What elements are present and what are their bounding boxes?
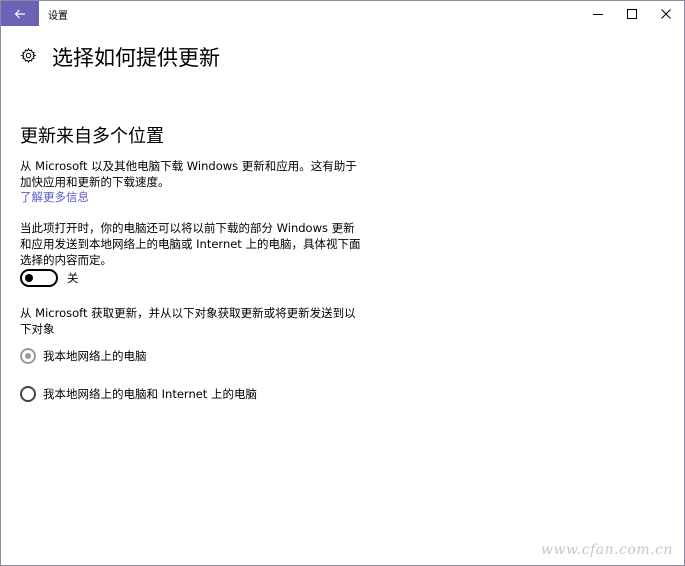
- radio-option-local-and-internet[interactable]: 我本地网络上的电脑和 Internet 上的电脑: [20, 385, 257, 403]
- minimize-icon: [593, 13, 603, 15]
- delivery-toggle-switch[interactable]: [20, 269, 58, 287]
- source-description-line: 从 Microsoft 获取更新，并从以下对象获取更新或将更新发送到以: [20, 306, 356, 320]
- toggle-description-line: 和应用发送到本地网络上的电脑或 Internet 上的电脑，具体视下面: [20, 237, 361, 251]
- settings-window: 设置 选择如何提供更新 更新来自多个位置 从 Microsoft 以及其他电脑下…: [0, 0, 685, 566]
- learn-more-link[interactable]: 了解更多信息: [20, 189, 89, 205]
- source-description-line: 下对象: [20, 322, 55, 336]
- toggle-description: 当此项打开时，你的电脑还可以将以前下载的部分 Windows 更新 和应用发送到…: [20, 220, 370, 268]
- source-description: 从 Microsoft 获取更新，并从以下对象获取更新或将更新发送到以 下对象: [20, 305, 370, 337]
- maximize-icon: [627, 8, 637, 19]
- toggle-knob: [25, 274, 33, 282]
- toggle-description-line: 选择的内容而定。: [20, 253, 112, 267]
- radio-label: 我本地网络上的电脑和 Internet 上的电脑: [43, 387, 257, 401]
- back-arrow-icon: [14, 9, 25, 18]
- radio-button[interactable]: [20, 348, 36, 364]
- maximize-button[interactable]: [615, 1, 649, 26]
- title-bar: 设置: [1, 1, 684, 26]
- description-text: 从 Microsoft 以及其他电脑下载 Windows 更新和应用。这有助于 …: [20, 158, 365, 190]
- close-button[interactable]: [649, 1, 683, 26]
- radio-dot: [25, 353, 31, 359]
- window-title: 设置: [48, 11, 68, 22]
- description-line: 从 Microsoft 以及其他电脑下载 Windows 更新和应用。这有助于: [20, 159, 357, 173]
- delivery-toggle-row: 关: [20, 269, 79, 287]
- section-heading: 更新来自多个位置: [20, 126, 164, 147]
- description-line: 加快应用和更新的下载速度。: [20, 175, 170, 189]
- minimize-button[interactable]: [581, 1, 615, 26]
- close-icon: [661, 8, 671, 19]
- toggle-description-line: 当此项打开时，你的电脑还可以将以前下载的部分 Windows 更新: [20, 221, 355, 235]
- radio-label: 我本地网络上的电脑: [43, 349, 147, 363]
- radio-button[interactable]: [20, 386, 36, 402]
- page-title: 选择如何提供更新: [52, 46, 220, 70]
- watermark: www.cfan.com.cn: [541, 542, 673, 558]
- back-button[interactable]: [1, 1, 39, 26]
- radio-option-local-network[interactable]: 我本地网络上的电脑: [20, 347, 147, 365]
- gear-icon: [20, 47, 37, 64]
- toggle-state-label: 关: [67, 271, 79, 285]
